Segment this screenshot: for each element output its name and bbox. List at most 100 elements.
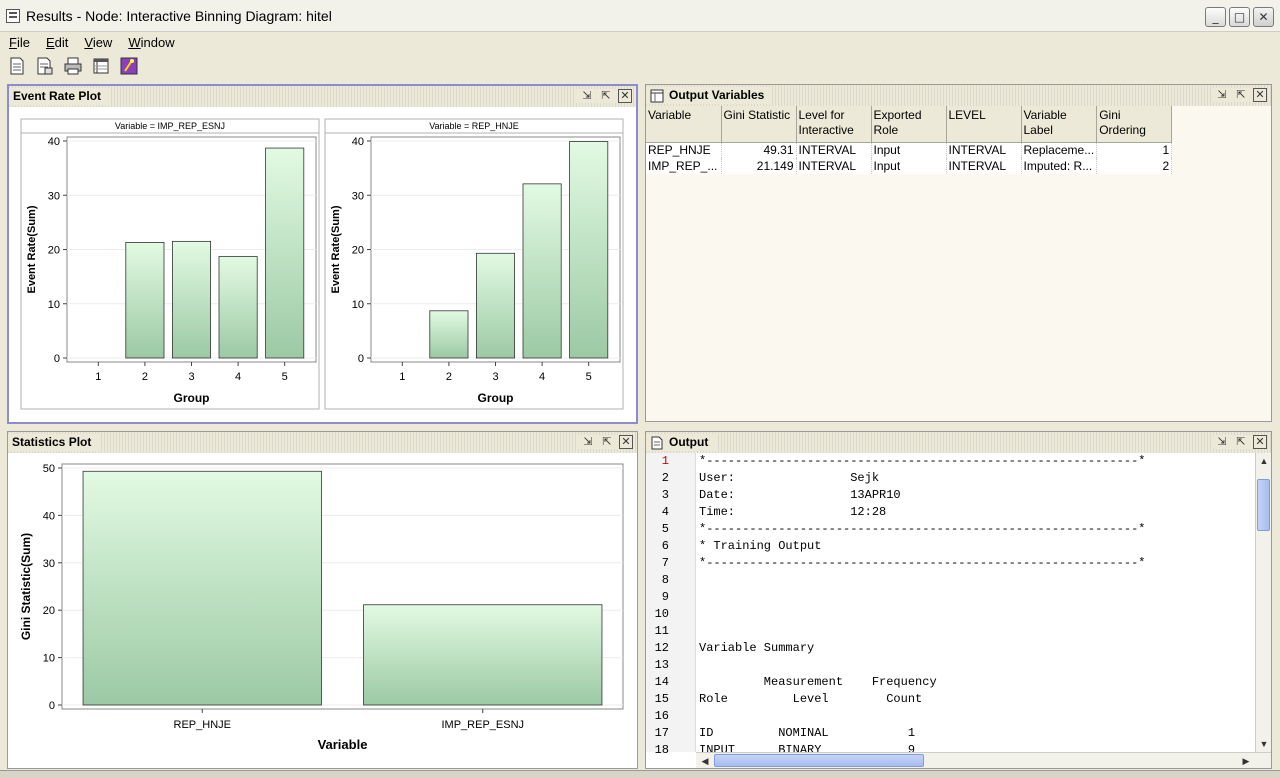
- menu-window[interactable]: Window: [119, 35, 181, 50]
- output-variables-table: Variable Gini Statistic Level for Intera…: [646, 106, 1173, 174]
- output-text-area[interactable]: 1 2 3 4 5 6 7 8 9 10 11 12 13 14 15 16 17 18 *-----------…: [646, 453, 1255, 757]
- line-number: 13: [654, 658, 669, 672]
- y-tick-label: 0: [49, 700, 55, 712]
- line-number: 7: [661, 556, 669, 570]
- menu-edit-label: dit: [54, 34, 69, 50]
- output-panel: Output ⇲ ⇱ ✕ 1 2 3 4 5 6 7 8 9 10 11 12 13 14 15 16 17 18…: [645, 431, 1272, 769]
- horizontal-scroll-thumb[interactable]: [714, 754, 924, 767]
- maximize-button[interactable]: □: [1229, 7, 1250, 27]
- menu-window-mnemonic: W: [128, 34, 141, 50]
- scroll-down-icon[interactable]: ▼: [1257, 737, 1271, 751]
- magic-wand-button[interactable]: [118, 55, 140, 77]
- column-header-variable-label[interactable]: Variable Label: [1021, 106, 1098, 143]
- event-rate-plot-chart-1: Variable = IMP_REP_ESNJ 0 10 20 30 40 1 2 3 4 5 Gro…: [20, 118, 320, 410]
- column-header-level-for-interactive[interactable]: Level for Interactive: [796, 106, 872, 143]
- table-row[interactable]: REP_HNJE 49.31 INTERVAL Input INTERVAL R…: [646, 142, 1173, 158]
- column-header-level[interactable]: LEVEL: [946, 106, 1022, 143]
- menu-file[interactable]: File: [0, 35, 37, 50]
- statistics-plot-title: Statistics Plot: [8, 434, 100, 451]
- menu-view[interactable]: View: [75, 35, 119, 50]
- column-header-exported-role[interactable]: Exported Role: [871, 106, 947, 143]
- output-variables-panel: Output Variables ⇲ ⇱ ✕ Variable Gini Sta…: [645, 84, 1272, 422]
- scroll-right-icon[interactable]: ▶: [1239, 754, 1253, 768]
- x-axis-label: Group: [478, 391, 514, 405]
- maximize-panel-icon[interactable]: ⇱: [599, 89, 613, 103]
- menu-bar: File Edit View Window: [0, 32, 1280, 52]
- line-number-gutter: 1 2 3 4 5 6 7 8 9 10 11 12 13 14 15 16 17 18: [646, 453, 696, 757]
- x-axis-label: Variable: [318, 737, 368, 752]
- maximize-panel-icon[interactable]: ⇱: [1234, 88, 1248, 102]
- maximize-panel-icon[interactable]: ⇱: [600, 435, 614, 449]
- close-button[interactable]: ✕: [1253, 7, 1274, 27]
- x-tick-label: 3: [188, 371, 194, 383]
- close-panel-icon[interactable]: ✕: [1253, 88, 1267, 102]
- event-rate-plot-svg: Variable = IMP_REP_ESNJ0102030401 2 3 4 5Gro…: [20, 118, 624, 410]
- y-axis-label: Event Rate(Sum): [330, 205, 342, 293]
- table-view-button[interactable]: [90, 55, 112, 77]
- menu-edit[interactable]: Edit: [37, 35, 75, 50]
- print-button[interactable]: [62, 55, 84, 77]
- output-text: *---------------------------------------…: [696, 453, 1146, 757]
- y-tick-label: 0: [358, 353, 364, 365]
- event-rate-plot-chart-2: Variable = REP_HNJE 0 10 20 30 40 1 2 3 4 5 Group Ev…: [324, 118, 624, 410]
- x-tick-label: REP_HNJE: [174, 719, 231, 731]
- menu-file-label: ile: [16, 34, 30, 50]
- y-tick-label: 0: [54, 353, 60, 365]
- close-panel-icon[interactable]: ✕: [618, 89, 632, 103]
- output-variables-body: Variable Gini Statistic Level for Intera…: [646, 106, 1271, 421]
- output-variables-title-wrap: Output Variables: [646, 87, 773, 104]
- restore-panel-icon[interactable]: ⇲: [581, 435, 595, 449]
- line-number: 1: [661, 454, 669, 468]
- output-line: *---------------------------------------…: [699, 556, 1146, 570]
- bar: [363, 604, 603, 706]
- restore-panel-icon[interactable]: ⇲: [1215, 435, 1229, 449]
- column-header-gini-statistic[interactable]: Gini Statistic: [721, 106, 797, 143]
- line-number: 12: [654, 641, 669, 655]
- x-tick-label: 1: [95, 371, 101, 383]
- new-document-button[interactable]: [6, 55, 28, 77]
- line-number: 3: [661, 488, 669, 502]
- results-window-icon: [6, 8, 20, 23]
- y-tick-label: 20: [43, 605, 55, 617]
- line-number: 18: [654, 743, 669, 757]
- cell-variable: IMP_REP_...: [646, 158, 722, 174]
- maximize-panel-icon[interactable]: ⇱: [1234, 435, 1248, 449]
- vertical-scroll-thumb[interactable]: [1257, 479, 1270, 531]
- y-tick-label: 40: [352, 136, 364, 148]
- properties-document-button[interactable]: [34, 55, 56, 77]
- output-line: Role Level Count: [699, 692, 923, 706]
- output-variables-title: Output Variables: [669, 88, 765, 102]
- scroll-up-icon[interactable]: ▲: [1257, 454, 1271, 468]
- y-tick-label: 10: [43, 653, 55, 665]
- vertical-scrollbar[interactable]: ▲ ▼: [1255, 453, 1271, 752]
- window-title: Results - Node: Interactive Binning Diag…: [26, 7, 332, 24]
- cell-variable: REP_HNJE: [646, 142, 722, 158]
- scroll-left-icon[interactable]: ◀: [698, 754, 712, 768]
- bar: [522, 183, 562, 359]
- magic-wand-icon: [120, 57, 138, 75]
- horizontal-scrollbar[interactable]: ◀ ▶: [696, 752, 1271, 768]
- restore-panel-icon[interactable]: ⇲: [580, 89, 594, 103]
- column-header-gini-ordering[interactable]: Gini Ordering: [1096, 106, 1173, 143]
- close-panel-icon[interactable]: ✕: [619, 435, 633, 449]
- column-header-variable[interactable]: Variable: [646, 106, 722, 143]
- line-number: 17: [654, 726, 669, 740]
- window-titlebar: Results - Node: Interactive Binning Diag…: [0, 0, 1280, 32]
- line-number: 14: [654, 675, 669, 689]
- cell-gini-ordering: 2: [1096, 158, 1173, 174]
- close-panel-icon[interactable]: ✕: [1253, 435, 1267, 449]
- restore-panel-icon[interactable]: ⇲: [1215, 88, 1229, 102]
- output-variables-header: Output Variables ⇲ ⇱ ✕: [646, 85, 1271, 106]
- x-tick-label: 5: [586, 371, 592, 383]
- y-tick-label: 40: [48, 136, 60, 148]
- bar: [265, 147, 305, 359]
- bar: [171, 240, 212, 359]
- x-tick-label: 5: [282, 371, 288, 383]
- y-tick-label: 30: [43, 558, 55, 570]
- minimize-button[interactable]: _: [1205, 7, 1226, 27]
- menu-view-label: iew: [92, 34, 113, 50]
- output-controls: ⇲ ⇱ ✕: [1211, 435, 1267, 449]
- table-row[interactable]: IMP_REP_... 21.149 INTERVAL Input INTERV…: [646, 158, 1173, 174]
